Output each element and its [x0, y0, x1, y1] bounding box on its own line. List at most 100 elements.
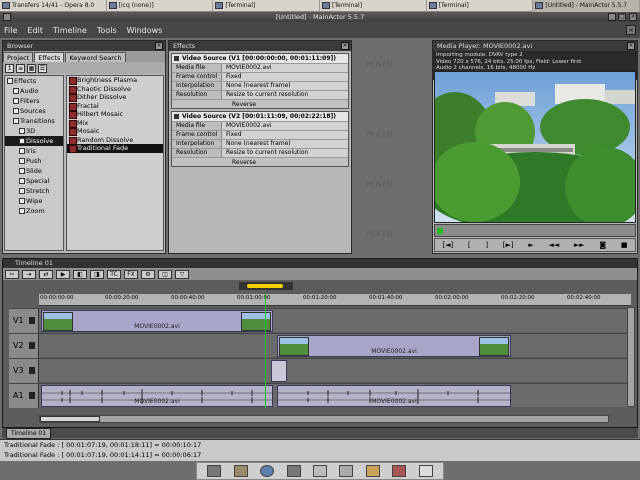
tree-item[interactable]: Special: [5, 176, 63, 186]
up-icon[interactable]: ↥: [5, 63, 14, 73]
snap-icon[interactable]: ◫: [158, 269, 172, 279]
audio-clip[interactable]: MOVIE0002.avi: [41, 385, 274, 407]
reverse-checkbox[interactable]: Reverse: [172, 157, 348, 166]
tree-item[interactable]: Transitions: [5, 116, 63, 126]
tab-project[interactable]: Project: [3, 52, 34, 62]
tree-item[interactable]: Effects: [5, 76, 63, 86]
task-mainactor[interactable]: [Untitled] - MainActor 5.5.7: [533, 0, 640, 12]
audio-clip[interactable]: MOVIE0002.avi: [277, 385, 512, 407]
task-terminal-1[interactable]: [Terminal]: [213, 0, 321, 12]
menu-file[interactable]: File: [4, 26, 17, 35]
mail-icon[interactable]: [418, 465, 433, 477]
menu-timeline[interactable]: Timeline: [53, 26, 87, 35]
minimize-icon[interactable]: _: [608, 13, 616, 21]
monitor-icon[interactable]: [286, 465, 301, 477]
mark-out-button[interactable]: ]: [485, 241, 488, 249]
play-button[interactable]: ►: [528, 241, 533, 249]
scrollbar-thumb[interactable]: [40, 416, 100, 422]
gear-icon[interactable]: ⚙: [141, 269, 155, 279]
move-icon[interactable]: ⇄: [39, 269, 53, 279]
documents-icon[interactable]: [312, 465, 327, 477]
tab-effects[interactable]: Effects: [34, 52, 65, 62]
track-label[interactable]: V2: [9, 334, 39, 358]
lock-icon[interactable]: [29, 342, 35, 349]
tree-item[interactable]: Iris: [5, 146, 63, 156]
list-view-icon[interactable]: ≡: [16, 63, 25, 73]
track-label[interactable]: V3: [9, 359, 39, 383]
tree-item[interactable]: 3D: [5, 126, 63, 136]
grid-view-icon[interactable]: ▦: [27, 63, 36, 73]
loop-button[interactable]: ◙: [599, 241, 606, 249]
timecode-icon[interactable]: TC: [107, 269, 121, 279]
track-label[interactable]: A1: [9, 384, 39, 408]
timeline-zoom-area[interactable]: [239, 282, 293, 290]
prop-value[interactable]: None (nearest frame): [222, 82, 348, 90]
slide-icon[interactable]: ◨: [90, 269, 104, 279]
work-area-bar[interactable]: [247, 284, 283, 288]
prop-value[interactable]: None (nearest frame): [222, 140, 348, 148]
prop-value[interactable]: Fixed: [222, 73, 348, 81]
source-header[interactable]: Video Source (V2 [00:01:11:09, 00:02:22:…: [172, 112, 348, 121]
horizontal-scrollbar[interactable]: [39, 415, 609, 423]
effect-item[interactable]: Traditional Fade: [67, 144, 163, 153]
prop-value[interactable]: MOVIE0002.avi: [222, 64, 348, 72]
prop-value[interactable]: Resize to current resolution: [222, 149, 348, 157]
tree-item[interactable]: Stretch: [5, 186, 63, 196]
tree-item[interactable]: Audio: [5, 86, 63, 96]
task-terminal-3[interactable]: [Terminal]: [427, 0, 534, 12]
effect-item[interactable]: Mosaic: [67, 127, 163, 136]
effect-item[interactable]: Dither Dissolve: [67, 93, 163, 102]
globe-icon[interactable]: [260, 465, 275, 477]
tree-item[interactable]: Zoom: [5, 206, 63, 216]
tab-keyword-search[interactable]: Keyword Search: [65, 52, 126, 62]
detail-view-icon[interactable]: ☰: [38, 63, 47, 73]
task-opera[interactable]: Transfers 14/41 - Opera 8.0: [0, 0, 107, 12]
clipboard-icon[interactable]: [339, 465, 354, 477]
track-label[interactable]: V1: [9, 309, 39, 333]
tree-item[interactable]: Sources: [5, 106, 63, 116]
player-position-bar[interactable]: [434, 224, 636, 237]
folder-icon[interactable]: [233, 465, 248, 477]
rewind-button[interactable]: ◄◄: [548, 241, 559, 249]
menu-tools[interactable]: Tools: [97, 26, 117, 35]
media-icon[interactable]: [392, 465, 407, 477]
tree-item[interactable]: Slide: [5, 166, 63, 176]
task-icq[interactable]: [icq (none)]: [107, 0, 214, 12]
terminal-icon[interactable]: [207, 465, 222, 477]
goto-end-button[interactable]: [►]: [503, 241, 514, 249]
tree-item[interactable]: Wipe: [5, 196, 63, 206]
tree-item[interactable]: Push: [5, 156, 63, 166]
lock-icon[interactable]: [29, 392, 35, 399]
stop-button[interactable]: ■: [621, 241, 628, 249]
effect-item[interactable]: Random Dissolve: [67, 136, 163, 144]
fast-forward-button[interactable]: ►►: [574, 241, 585, 249]
slip-icon[interactable]: ◧: [73, 269, 87, 279]
menu-windows[interactable]: Windows: [127, 26, 163, 35]
effect-item[interactable]: Mix: [67, 119, 163, 127]
window-menu-icon[interactable]: [3, 13, 11, 21]
vertical-scrollbar[interactable]: [627, 307, 635, 407]
close-icon[interactable]: ×: [155, 42, 163, 50]
lock-icon[interactable]: [29, 317, 35, 324]
effect-item[interactable]: Chaotic Dissolve: [67, 85, 163, 93]
close-icon[interactable]: ×: [627, 42, 635, 50]
marker-icon[interactable]: ▽: [175, 269, 189, 279]
cut-icon[interactable]: ✂: [5, 269, 19, 279]
split-icon[interactable]: ⇥: [22, 269, 36, 279]
prop-value[interactable]: MOVIE0002.avi: [222, 122, 348, 130]
ripple-icon[interactable]: ▶: [56, 269, 70, 279]
task-terminal-2[interactable]: [Terminal]: [320, 0, 427, 12]
position-marker[interactable]: [437, 228, 443, 234]
mark-in-button[interactable]: [: [468, 241, 471, 249]
effect-item[interactable]: Fractal: [67, 102, 163, 110]
close-icon[interactable]: ×: [629, 13, 637, 21]
tree-item[interactable]: Filters: [5, 96, 63, 106]
reverse-checkbox[interactable]: Reverse: [172, 99, 348, 108]
menu-edit[interactable]: Edit: [27, 26, 43, 35]
lock-icon[interactable]: [29, 367, 35, 374]
effect-item[interactable]: Brightness Plasma: [67, 76, 163, 85]
tab-timeline-01[interactable]: Timeline 01: [6, 428, 52, 439]
prop-value[interactable]: Fixed: [222, 131, 348, 139]
maximize-icon[interactable]: □: [618, 13, 626, 21]
effect-item[interactable]: Hilbert Mosaic: [67, 110, 163, 119]
